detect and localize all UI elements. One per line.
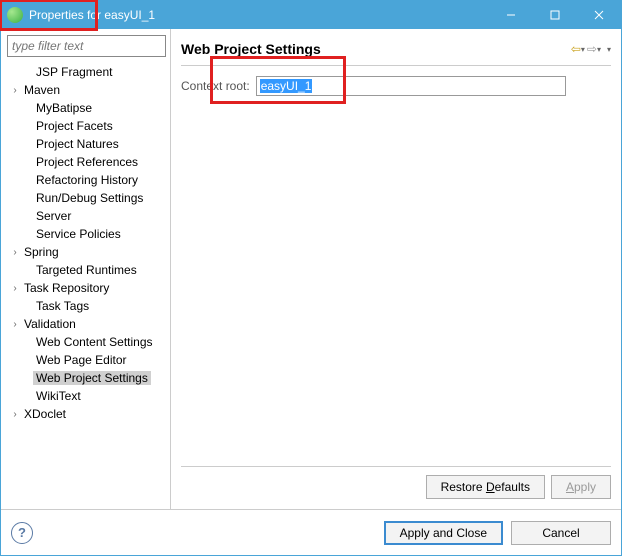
tree-item[interactable]: Project Facets [3,117,170,135]
panel-header: Web Project Settings ⇦▾ ⇨▾ ▾ [181,37,611,61]
filter-input[interactable] [7,35,166,57]
main-area: JSP Fragment›MavenMyBatipseProject Facet… [1,29,621,509]
context-root-value: easyUI_1 [260,79,313,93]
nav-forward-icon[interactable]: ⇨ [587,42,597,56]
tree-item[interactable]: Refactoring History [3,171,170,189]
tree-item[interactable]: Project References [3,153,170,171]
tree-item[interactable]: Web Project Settings [3,369,170,387]
tree-item-label: Project Facets [33,119,116,133]
tree-item-label: Project References [33,155,141,169]
tree-item[interactable]: ›Validation [3,315,170,333]
tree-item-label: Run/Debug Settings [33,191,146,205]
tree-item[interactable]: ›Maven [3,81,170,99]
tree-item[interactable]: Run/Debug Settings [3,189,170,207]
tree-item-label: Validation [21,317,79,331]
chevron-right-icon[interactable]: › [9,85,21,96]
properties-dialog: Properties for easyUI_1 JSP Fragment›Mav… [0,0,622,556]
context-root-label: Context root: [181,79,250,93]
tree-item[interactable]: ›Task Repository [3,279,170,297]
chevron-right-icon[interactable]: › [9,409,21,420]
tree-item-label: Task Tags [33,299,92,313]
nav-back-menu-icon[interactable]: ▾ [581,45,585,54]
tree-item[interactable]: Web Content Settings [3,333,170,351]
tree-item-label: MyBatipse [33,101,95,115]
tree-item-label: Refactoring History [33,173,141,187]
tree-item[interactable]: Service Policies [3,225,170,243]
context-root-input[interactable]: easyUI_1 [256,76,566,96]
chevron-right-icon[interactable]: › [9,319,21,330]
tree-item-label: Service Policies [33,227,124,241]
divider [181,65,611,66]
restore-defaults-button[interactable]: Restore Defaults [426,475,545,499]
category-tree[interactable]: JSP Fragment›MavenMyBatipseProject Facet… [3,61,170,509]
apply-button[interactable]: Apply [551,475,611,499]
apply-and-close-button[interactable]: Apply and Close [384,521,503,545]
tree-item-label: Server [33,209,74,223]
tree-item[interactable]: WikiText [3,387,170,405]
tree-item[interactable]: Web Page Editor [3,351,170,369]
tree-item-label: XDoclet [21,407,69,421]
filter-box [7,35,166,57]
tree-item-label: Web Content Settings [33,335,156,349]
tree-item[interactable]: Task Tags [3,297,170,315]
chevron-right-icon[interactable]: › [9,283,21,294]
chevron-right-icon[interactable]: › [9,247,21,258]
tree-item-label: Web Page Editor [33,353,130,367]
tree-item-label: Project Natures [33,137,122,151]
tree-item-label: JSP Fragment [33,65,115,79]
dialog-footer: ? Apply and Close Cancel [1,509,621,555]
tree-item-label: Targeted Runtimes [33,263,140,277]
nav-menu-icon[interactable]: ▾ [607,45,611,54]
tree-item[interactable]: ›XDoclet [3,405,170,423]
minimize-button[interactable] [489,1,533,29]
nav-forward-menu-icon[interactable]: ▾ [597,45,601,54]
nav-arrows: ⇦▾ ⇨▾ ▾ [571,42,611,56]
tree-item-label: WikiText [33,389,84,403]
tree-item-label: Spring [21,245,62,259]
tree-item-label: Web Project Settings [33,371,151,385]
cancel-button[interactable]: Cancel [511,521,611,545]
titlebar: Properties for easyUI_1 [1,1,621,29]
settings-panel: Web Project Settings ⇦▾ ⇨▾ ▾ Context roo… [171,29,621,509]
window-title: Properties for easyUI_1 [29,8,489,22]
help-icon[interactable]: ? [11,522,33,544]
tree-item[interactable]: Server [3,207,170,225]
tree-item[interactable]: Targeted Runtimes [3,261,170,279]
maximize-button[interactable] [533,1,577,29]
tree-item-label: Task Repository [21,281,112,295]
tree-item[interactable]: JSP Fragment [3,63,170,81]
panel-buttons: Restore Defaults Apply [181,466,611,503]
tree-item[interactable]: MyBatipse [3,99,170,117]
window-buttons [489,1,621,29]
panel-title: Web Project Settings [181,41,571,57]
close-button[interactable] [577,1,621,29]
context-root-row: Context root: easyUI_1 [181,76,611,96]
sidebar: JSP Fragment›MavenMyBatipseProject Facet… [1,29,171,509]
tree-item[interactable]: Project Natures [3,135,170,153]
nav-back-icon[interactable]: ⇦ [571,42,581,56]
tree-item-label: Maven [21,83,63,97]
app-icon [7,7,23,23]
dialog-body: JSP Fragment›MavenMyBatipseProject Facet… [1,29,621,555]
tree-item[interactable]: ›Spring [3,243,170,261]
